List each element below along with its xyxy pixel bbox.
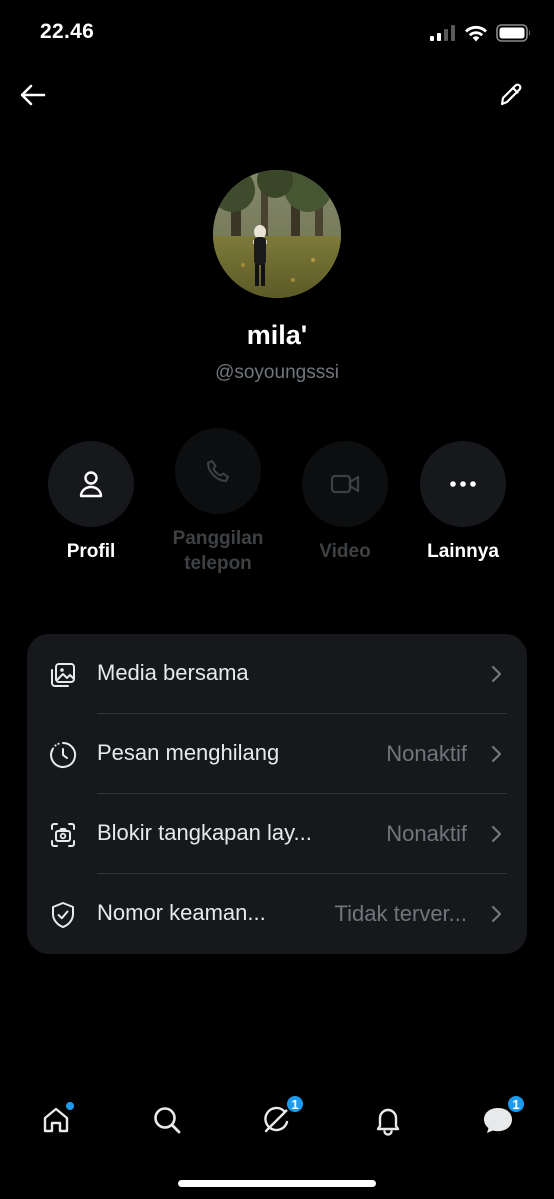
settings-value-screenshot-block: Nonaktif	[386, 821, 467, 846]
action-label-phone: Panggilan telepon	[172, 528, 264, 574]
action-label-video: Video	[319, 541, 371, 562]
settings-row-disappearing-messages[interactable]: Pesan menghilang Nonaktif	[27, 714, 527, 794]
nav-messages[interactable]: 1	[478, 1094, 526, 1140]
settings-label-shared-media: Media bersama	[97, 660, 249, 685]
nav-notifications[interactable]	[368, 1100, 408, 1140]
phone-icon	[207, 460, 229, 482]
nav-search[interactable]	[147, 1100, 187, 1140]
video-button	[302, 441, 388, 527]
action-label-more: Lainnya	[427, 541, 499, 562]
settings-row-shared-media[interactable]: Media bersama	[27, 634, 527, 714]
settings-value-disappearing: Nonaktif	[386, 741, 467, 766]
home-notification-dot	[66, 1102, 74, 1110]
profile-avatar[interactable]	[213, 170, 341, 298]
settings-value-security-number: Tidak terver...	[334, 901, 467, 926]
signal-icon	[430, 25, 455, 41]
action-label-profile: Profil	[66, 541, 116, 562]
edit-button[interactable]	[494, 78, 528, 112]
chevron-right-icon	[491, 665, 502, 683]
settings-label-screenshot-block: Blokir tangkapan lay...	[97, 820, 312, 845]
pencil-icon	[500, 83, 522, 106]
status-time: 22.46	[40, 20, 95, 43]
action-profile[interactable]: Profil	[31, 441, 151, 564]
bell-icon	[376, 1108, 400, 1136]
shared-media-icon	[48, 660, 78, 690]
chevron-right-icon	[491, 905, 502, 923]
home-indicator	[178, 1180, 376, 1187]
battery-icon	[496, 24, 530, 42]
conversation-settings-card: Media bersama Pesan menghilang Nonaktif	[27, 634, 527, 954]
chevron-right-icon	[491, 825, 502, 843]
chevron-right-icon	[491, 745, 502, 763]
settings-label-security-number: Nomor keaman...	[97, 900, 266, 925]
action-more[interactable]: Lainnya	[403, 441, 523, 564]
more-button[interactable]	[420, 441, 506, 527]
phone-call-button	[175, 428, 261, 514]
settings-row-screenshot-block[interactable]: Blokir tangkapan lay... Nonaktif	[27, 794, 527, 874]
back-arrow-icon	[20, 84, 46, 106]
status-bar: 22.46	[0, 0, 554, 66]
more-dots-icon	[450, 481, 476, 487]
profile-button[interactable]	[48, 441, 134, 527]
shield-check-icon	[48, 900, 78, 930]
wifi-icon	[465, 25, 487, 41]
video-camera-icon	[330, 474, 360, 494]
nav-grok[interactable]: 1	[257, 1094, 305, 1140]
grok-badge: 1	[285, 1094, 305, 1114]
back-button[interactable]	[16, 78, 50, 112]
action-phone-call: Panggilan telepon	[158, 428, 278, 576]
messages-badge: 1	[506, 1094, 526, 1114]
username-handle: @soyoungsssi	[215, 362, 339, 383]
screenshot-block-icon	[48, 820, 78, 850]
nav-home[interactable]	[36, 1100, 76, 1140]
top-nav	[0, 70, 554, 118]
timer-icon	[48, 740, 78, 770]
search-icon	[154, 1107, 181, 1134]
settings-label-disappearing: Pesan menghilang	[97, 740, 280, 765]
display-name: mila'	[246, 320, 308, 350]
status-icons	[430, 24, 532, 42]
bottom-nav: 1 1	[0, 1090, 554, 1150]
action-video: Video	[285, 441, 405, 564]
settings-row-security-number[interactable]: Nomor keaman... Tidak terver...	[27, 874, 527, 954]
person-icon	[79, 471, 103, 498]
